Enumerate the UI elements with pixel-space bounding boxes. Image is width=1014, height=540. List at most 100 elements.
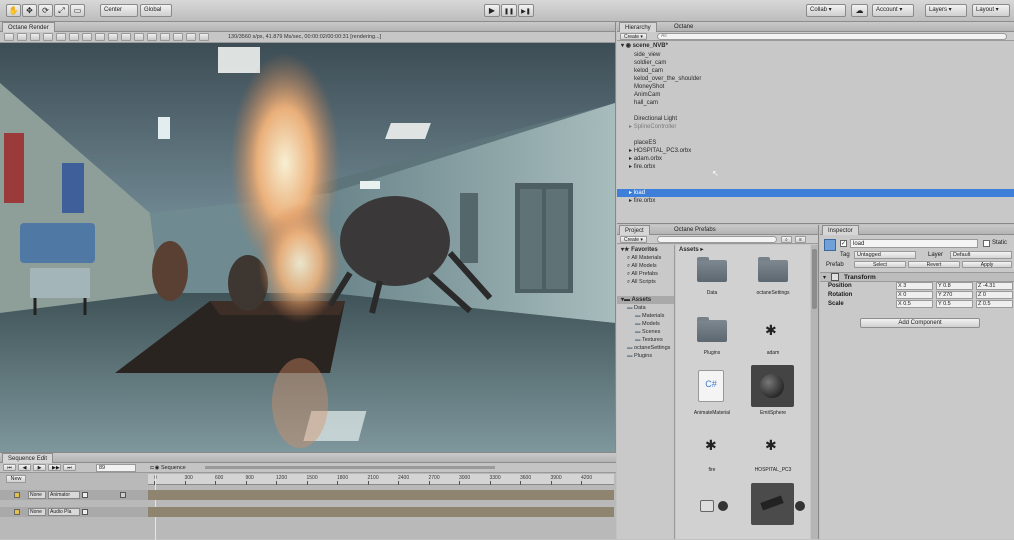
play-button[interactable]: ▶ [484, 4, 500, 17]
hierarchy-item[interactable]: ▸ fire.orbx [617, 197, 1014, 205]
assets-root[interactable]: ▾▬ Assets [617, 296, 674, 304]
hierarchy-item[interactable]: placeES [617, 139, 1014, 147]
tab-hierarchy[interactable]: Hierarchy [619, 22, 657, 32]
track-target-field[interactable]: None [28, 508, 46, 516]
track-settings-icon[interactable] [120, 492, 126, 498]
scene-root[interactable]: ▾ ◉ scene_NVB* [617, 42, 1014, 50]
render-tool-icon[interactable] [43, 33, 53, 41]
hierarchy-item-selected[interactable]: ▸ load [617, 189, 1014, 197]
step-button[interactable]: ▶❚ [518, 4, 534, 17]
render-tool-icon[interactable] [186, 33, 196, 41]
pause-button[interactable]: ❚❚ [501, 4, 517, 17]
scale-z-field[interactable]: Z 0.5 [976, 300, 1013, 308]
hierarchy-item[interactable]: AnimCam [617, 91, 1014, 99]
track-toggle-icon[interactable] [82, 509, 88, 515]
hierarchy-item[interactable]: side_view [617, 51, 1014, 59]
sequence-transport-icon[interactable]: ▶▶ [48, 464, 61, 471]
render-tool-icon[interactable] [95, 33, 105, 41]
track-lock-icon[interactable] [14, 509, 20, 515]
tab-octane[interactable]: Octane [669, 22, 698, 32]
hierarchy-item[interactable]: ▸ SplineController [617, 123, 1014, 131]
hierarchy-item[interactable]: kelod_cam [617, 67, 1014, 75]
render-tool-icon[interactable] [30, 33, 40, 41]
hierarchy-search-input[interactable]: All [657, 33, 1007, 40]
hierarchy-item[interactable]: MoneyShot [617, 83, 1014, 91]
track-name-field[interactable]: Animator [48, 491, 80, 499]
render-tool-icon[interactable] [82, 33, 92, 41]
project-search-input[interactable] [657, 236, 777, 243]
hand-tool-button[interactable]: ✋ [6, 4, 21, 17]
render-tool-icon[interactable] [134, 33, 144, 41]
sequence-transport-icon[interactable]: ⏮ [3, 464, 16, 471]
favorites-item[interactable]: ⌕ All Scripts [617, 278, 674, 286]
script-file-icon[interactable]: C# [698, 370, 724, 402]
track-toggle-icon[interactable] [82, 492, 88, 498]
project-tree-item[interactable]: ▬ octaneSettings [617, 344, 674, 352]
transform-header[interactable]: ▾ Transform [820, 272, 1014, 282]
project-scrollbar[interactable] [811, 245, 818, 539]
sequence-transport-icon[interactable]: ◀ [18, 464, 31, 471]
pivot-toggle[interactable]: Center [100, 4, 138, 17]
render-tool-icon[interactable] [121, 33, 131, 41]
track-lock-icon[interactable] [14, 492, 20, 498]
hierarchy-item[interactable]: hall_cam [617, 99, 1014, 107]
project-tree-item[interactable]: ▬ Plugins [617, 352, 674, 360]
scale-y-field[interactable]: Y 0.5 [936, 300, 973, 308]
render-tool-icon[interactable] [56, 33, 66, 41]
scale-x-field[interactable]: X 0.5 [896, 300, 933, 308]
hierarchy-item[interactable]: soldier_cam [617, 59, 1014, 67]
prefab-apply-button[interactable]: Apply [962, 261, 1012, 268]
position-y-field[interactable]: Y 0.8 [936, 282, 973, 290]
octane-model-icon[interactable]: ✱ [765, 322, 777, 339]
rotation-y-field[interactable]: Y 270 [936, 291, 973, 299]
octane-model-icon[interactable]: ✱ [765, 437, 777, 454]
hierarchy-item[interactable]: ▸ fire.orbx [617, 163, 1014, 171]
tab-octane-render[interactable]: Octane Render [2, 22, 55, 32]
tag-dropdown[interactable]: Untagged [854, 251, 916, 259]
folder-icon[interactable] [758, 257, 788, 282]
sequence-dropdown[interactable]: ⊏◉ Sequence [150, 464, 186, 472]
tab-sequence-edit[interactable]: Sequence Edit [2, 453, 54, 463]
track-lane[interactable] [148, 490, 614, 500]
search-icon[interactable]: ⌕ [781, 236, 792, 243]
timeline-ruler[interactable]: 0300600900120015001800210024002700300033… [148, 474, 614, 485]
sequence-transport-icon[interactable]: ▶ [33, 464, 46, 471]
new-sequence-button[interactable]: New [6, 475, 26, 483]
collab-dropdown[interactable]: Collab ▾ [806, 4, 846, 17]
cloud-button[interactable]: ☁ [851, 4, 868, 17]
render-tool-icon[interactable] [173, 33, 183, 41]
rotation-x-field[interactable]: X 0 [896, 291, 933, 299]
layer-dropdown[interactable]: Default [950, 251, 1012, 259]
project-tree-item[interactable]: ▬ Data [617, 304, 674, 312]
track-target-field[interactable]: None [28, 491, 46, 499]
prefab-icon[interactable] [700, 500, 714, 512]
position-z-field[interactable]: Z -4.31 [976, 282, 1013, 290]
octane-model-icon[interactable]: ✱ [705, 437, 717, 454]
render-viewport[interactable] [0, 43, 615, 452]
frame-field[interactable]: 89 [96, 464, 136, 472]
hierarchy-item[interactable]: ▸ adam.orbx [617, 155, 1014, 163]
rect-tool-button[interactable]: ▭ [70, 4, 85, 17]
prefab-revert-button[interactable]: Revert [908, 261, 960, 268]
layout-dropdown[interactable]: Layout ▾ [972, 4, 1010, 17]
project-tree-item[interactable]: ▬ Textures [617, 336, 674, 344]
rotation-z-field[interactable]: Z 0 [976, 291, 1013, 299]
static-checkbox[interactable] [983, 240, 990, 247]
move-tool-button[interactable]: ✥ [22, 4, 37, 17]
project-create-button[interactable]: Create ▾ [620, 236, 647, 243]
material-sphere-thumbnail[interactable] [751, 365, 794, 407]
prefab-select-button[interactable]: Select [854, 261, 906, 268]
hierarchy-item[interactable]: Directional Light [617, 115, 1014, 123]
hierarchy-item[interactable]: ▸ HOSPITAL_PC3.orbx [617, 147, 1014, 155]
render-tool-icon[interactable] [108, 33, 118, 41]
folder-icon[interactable] [697, 257, 727, 282]
project-tree-item[interactable]: ▬ Scenes [617, 328, 674, 336]
add-component-button[interactable]: Add Component [860, 318, 980, 328]
account-dropdown[interactable]: Account ▾ [872, 4, 914, 17]
tab-inspector[interactable]: Inspector [822, 225, 859, 235]
object-name-field[interactable]: load [850, 239, 978, 248]
render-tool-icon[interactable] [199, 33, 209, 41]
render-tool-icon[interactable] [160, 33, 170, 41]
hierarchy-item[interactable]: kelod_over_the_shoulder [617, 75, 1014, 83]
project-tree-item[interactable]: ▬ Models [617, 320, 674, 328]
